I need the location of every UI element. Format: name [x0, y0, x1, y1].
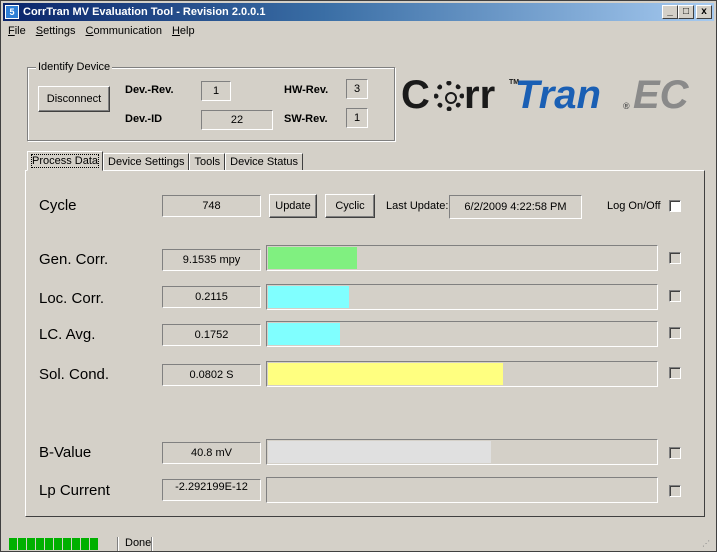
status-progress-bar — [9, 538, 98, 550]
dev-id-field: 22 — [201, 110, 273, 130]
gen-corr-label: Gen. Corr. — [39, 251, 109, 268]
lc-avg-bar-fill — [268, 323, 340, 345]
status-bar: Done ⋰ — [3, 535, 714, 551]
gen-corr-bar — [266, 245, 658, 271]
lp-current-bar — [266, 477, 658, 503]
last-update-field: 6/2/2009 4:22:58 PM — [449, 195, 582, 219]
sol-cond-bar — [266, 361, 658, 387]
b-value-bar-fill — [268, 441, 491, 463]
progress-block — [18, 538, 26, 550]
disconnect-button[interactable]: Disconnect — [38, 86, 110, 112]
minimize-button[interactable]: _ — [662, 5, 678, 19]
progress-block — [45, 538, 53, 550]
b-value-value: 40.8 mV — [162, 442, 261, 464]
progress-block — [90, 538, 98, 550]
window-controls: _ □ x — [662, 5, 712, 19]
title-bar[interactable]: 5 CorrTran MV Evaluation Tool - Revision… — [3, 3, 714, 21]
progress-block — [27, 538, 35, 550]
resize-grip-icon[interactable]: ⋰ — [702, 539, 712, 549]
b-value-bar — [266, 439, 658, 465]
tab-strip: Process Data Device Settings Tools Devic… — [27, 151, 304, 171]
close-button[interactable]: x — [696, 5, 712, 19]
tab-device-settings[interactable]: Device Settings — [103, 153, 190, 171]
menu-file[interactable]: File — [3, 22, 31, 40]
loc-corr-value: 0.2115 — [162, 286, 261, 308]
status-separator — [117, 537, 119, 551]
tab-device-status[interactable]: Device Status — [225, 153, 304, 171]
menu-bar: File Settings Communication Help — [3, 22, 714, 40]
logo-gear-icon — [434, 81, 464, 111]
loc-corr-bar — [266, 284, 658, 310]
cycle-label: Cycle — [39, 197, 77, 214]
menu-communication[interactable]: Communication — [81, 22, 167, 40]
log-on-off-checkbox[interactable] — [669, 200, 681, 212]
loc-corr-checkbox[interactable] — [669, 290, 681, 302]
progress-block — [72, 538, 80, 550]
lc-avg-checkbox[interactable] — [669, 327, 681, 339]
identify-device-group: Identify Device Disconnect Dev.-Rev. 1 D… — [27, 61, 395, 141]
gen-corr-bar-fill — [268, 247, 357, 269]
lc-avg-value: 0.1752 — [162, 324, 261, 346]
lp-current-value: -2.292199E-12 — [162, 479, 261, 501]
status-separator — [151, 537, 153, 551]
progress-block — [63, 538, 71, 550]
menu-settings[interactable]: Settings — [31, 22, 81, 40]
sw-rev-label: SW-Rev. — [284, 113, 328, 125]
status-text: Done — [125, 537, 152, 549]
tab-process-data[interactable]: Process Data — [27, 151, 104, 171]
lp-current-checkbox[interactable] — [669, 485, 681, 497]
app-icon: 5 — [5, 5, 19, 19]
loc-corr-label: Loc. Corr. — [39, 290, 105, 307]
lc-avg-bar — [266, 321, 658, 347]
hw-rev-label: HW-Rev. — [284, 84, 329, 96]
progress-block — [36, 538, 44, 550]
main-window: 5 CorrTran MV Evaluation Tool - Revision… — [0, 0, 717, 552]
log-on-off-label: Log On/Off — [607, 200, 661, 212]
gen-corr-value: 9.1535 mpy — [162, 249, 261, 271]
sol-cond-label: Sol. Cond. — [39, 366, 110, 383]
cyclic-button[interactable]: Cyclic — [325, 194, 375, 218]
b-value-checkbox[interactable] — [669, 447, 681, 459]
maximize-button[interactable]: □ — [678, 5, 694, 19]
update-button[interactable]: Update — [269, 194, 317, 218]
gen-corr-checkbox[interactable] — [669, 252, 681, 264]
sol-cond-checkbox[interactable] — [669, 367, 681, 379]
progress-block — [54, 538, 62, 550]
dev-rev-label: Dev.-Rev. — [125, 84, 174, 96]
menu-help[interactable]: Help — [167, 22, 200, 40]
loc-corr-bar-fill — [268, 286, 349, 308]
dev-id-label: Dev.-ID — [125, 113, 163, 125]
cycle-value: 748 — [162, 195, 261, 217]
lc-avg-label: LC. Avg. — [39, 326, 96, 343]
b-value-label: B-Value — [39, 444, 92, 461]
sol-cond-value: 0.0802 S — [162, 364, 261, 386]
last-update-label: Last Update: — [386, 200, 449, 212]
identify-device-legend: Identify Device — [36, 61, 113, 73]
lp-current-label: Lp Current — [39, 482, 110, 499]
sol-cond-bar-fill — [268, 363, 503, 385]
hw-rev-field: 3 — [346, 79, 368, 99]
dev-rev-field: 1 — [201, 81, 231, 101]
window-title: CorrTran MV Evaluation Tool - Revision 2… — [23, 6, 266, 18]
progress-block — [9, 538, 17, 550]
sw-rev-field: 1 — [346, 108, 368, 128]
tab-tools[interactable]: Tools — [189, 153, 226, 171]
progress-block — [81, 538, 89, 550]
